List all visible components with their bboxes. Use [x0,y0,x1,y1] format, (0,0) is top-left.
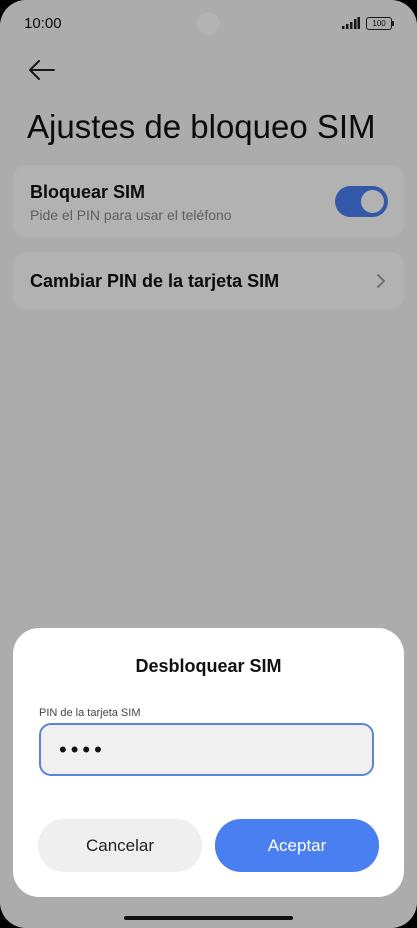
accept-button[interactable]: Aceptar [215,819,379,872]
dialog-title: Desbloquear SIM [135,656,282,676]
home-indicator[interactable] [124,916,293,920]
phone-screen: 10:00 100 Ajustes de bloqueo SIM Bloquea… [0,0,417,928]
pin-input[interactable]: •••• [39,723,374,776]
cancel-button[interactable]: Cancelar [38,819,202,872]
unlock-sim-dialog: Desbloquear SIM PIN de la tarjeta SIM ••… [13,628,404,897]
pin-field-label: PIN de la tarjeta SIM [39,707,141,719]
